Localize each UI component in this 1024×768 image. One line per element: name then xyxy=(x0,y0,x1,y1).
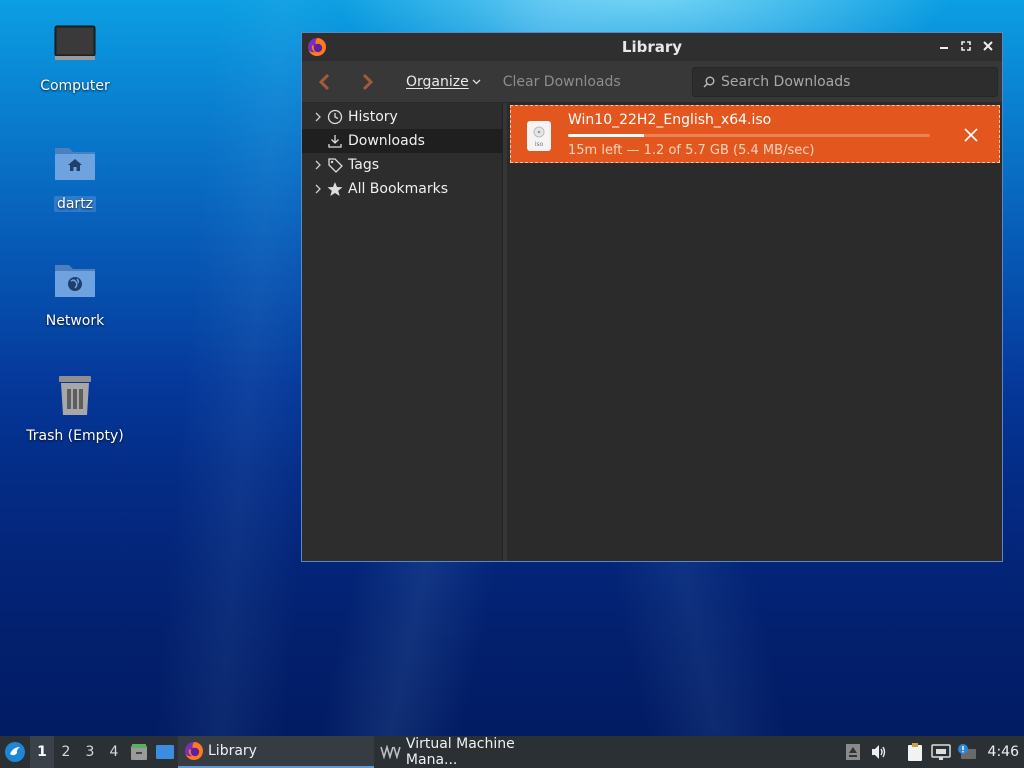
download-progress-bar xyxy=(568,134,930,137)
maximize-icon xyxy=(961,41,971,51)
firefox-icon xyxy=(185,742,203,760)
close-icon xyxy=(983,41,993,51)
tray-notification[interactable] xyxy=(954,736,980,768)
monitor-icon xyxy=(54,25,96,60)
back-button[interactable] xyxy=(308,66,340,98)
iso-file-icon: iso xyxy=(527,121,551,151)
library-toolbar: Organize Clear Downloads xyxy=(302,61,1002,103)
workspace-1[interactable]: 1 xyxy=(30,736,54,768)
organize-menu-button[interactable]: Organize xyxy=(406,74,481,90)
window-titlebar[interactable]: Library xyxy=(302,33,1002,61)
expand-icon[interactable] xyxy=(310,184,326,194)
chevron-down-icon xyxy=(472,79,481,84)
sidebar-item-label: Downloads xyxy=(348,133,425,149)
sidebar-item-label: History xyxy=(348,109,398,125)
file-manager-launcher[interactable] xyxy=(126,736,152,768)
file-cabinet-icon xyxy=(131,744,147,760)
minimize-icon xyxy=(940,47,948,49)
desktop-icon xyxy=(156,745,174,759)
sidebar-item-history[interactable]: History xyxy=(302,105,502,129)
maximize-button[interactable] xyxy=(958,38,974,54)
chevron-right-icon xyxy=(362,73,374,90)
workspace-3[interactable]: 3 xyxy=(78,736,102,768)
info-badge-icon xyxy=(957,744,976,759)
download-file-name: Win10_22H2_English_x64.iso xyxy=(568,112,772,128)
tag-icon xyxy=(326,156,344,174)
arrow-up-box-icon xyxy=(845,744,860,760)
speaker-icon xyxy=(871,745,885,759)
minimize-button[interactable] xyxy=(936,38,952,54)
task-label: Library xyxy=(208,743,257,759)
window-title: Library xyxy=(621,38,683,56)
search-icon xyxy=(703,76,715,88)
forward-button[interactable] xyxy=(352,66,384,98)
workspace-2[interactable]: 2 xyxy=(54,736,78,768)
download-status: 15m left — 1.2 of 5.7 GB (5.4 MB/sec) xyxy=(568,143,815,158)
desktop-icon-label: dartz xyxy=(53,196,97,212)
sidebar-item-label: All Bookmarks xyxy=(348,181,449,197)
organize-label: Organize xyxy=(406,73,469,90)
downloads-list: iso Win10_22H2_English_x64.iso 15m left … xyxy=(507,103,1002,561)
tray-clipboard[interactable] xyxy=(902,736,928,768)
expand-icon[interactable] xyxy=(310,160,326,170)
clipboard-icon xyxy=(907,743,922,761)
lxqt-logo-icon xyxy=(5,742,25,762)
sidebar-item-downloads[interactable]: Downloads xyxy=(302,129,502,153)
sidebar-item-tags[interactable]: Tags xyxy=(302,153,502,177)
network-folder-icon xyxy=(55,265,95,297)
search-downloads-box[interactable] xyxy=(692,67,998,97)
desktop-icon-label: Trash (Empty) xyxy=(26,428,124,444)
svg-text:iso: iso xyxy=(535,141,544,148)
system-tray: 4:46 xyxy=(840,736,1024,768)
taskbar: 1 2 3 4 Library Virtual Machine Mana... xyxy=(0,736,1024,768)
trash-icon xyxy=(59,376,91,415)
virt-manager-icon xyxy=(380,745,401,759)
home-folder-icon xyxy=(55,148,95,180)
clock-icon xyxy=(326,108,344,126)
desktop-icon-label: Computer xyxy=(40,78,110,94)
desktop-icon-computer[interactable]: Computer xyxy=(15,22,135,94)
download-item[interactable]: iso Win10_22H2_English_x64.iso 15m left … xyxy=(510,105,1000,163)
cancel-download-button[interactable] xyxy=(961,125,981,145)
task-label: Virtual Machine Mana... xyxy=(405,736,515,768)
library-window: Library Organize Clear Downloads Search … xyxy=(301,32,1003,562)
close-icon xyxy=(964,128,978,142)
network-wired-icon xyxy=(930,744,951,760)
desktop-icon-network[interactable]: Network xyxy=(15,257,135,329)
search-downloads-input[interactable] xyxy=(721,74,981,90)
taskbar-clock[interactable]: 4:46 xyxy=(980,744,1024,760)
close-button[interactable] xyxy=(980,38,996,54)
desktop-icon-trash[interactable]: Trash (Empty) xyxy=(15,372,135,444)
desktop-icon-dartz[interactable]: dartz xyxy=(15,140,135,212)
star-icon xyxy=(326,180,344,198)
tray-updates[interactable] xyxy=(840,736,866,768)
tray-volume[interactable] xyxy=(866,736,892,768)
tray-network[interactable] xyxy=(928,736,954,768)
sidebar-item-label: Tags xyxy=(348,157,379,173)
chevron-left-icon xyxy=(318,73,330,90)
workspace-4[interactable]: 4 xyxy=(102,736,126,768)
task-library[interactable]: Library xyxy=(178,736,374,768)
sidebar-item-all-bookmarks[interactable]: All Bookmarks xyxy=(302,177,502,201)
download-icon xyxy=(326,132,344,150)
show-desktop-button[interactable] xyxy=(152,736,178,768)
start-menu-button[interactable] xyxy=(0,736,30,768)
expand-icon[interactable] xyxy=(310,112,326,122)
desktop-icon-label: Network xyxy=(45,313,105,329)
task-virtual-machine-manager[interactable]: Virtual Machine Mana... xyxy=(374,736,570,768)
clear-downloads-button[interactable]: Clear Downloads xyxy=(503,74,621,90)
library-sidebar: History Downloads Tags All Bookmarks xyxy=(302,103,503,561)
